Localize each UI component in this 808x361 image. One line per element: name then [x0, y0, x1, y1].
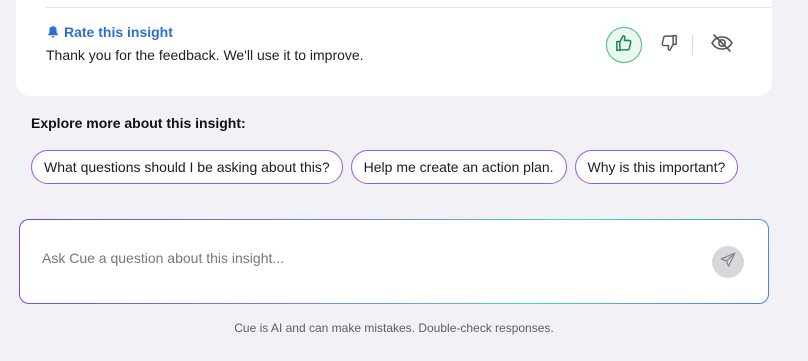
ask-cue-box: [19, 219, 769, 304]
suggestion-chip-action-plan[interactable]: Help me create an action plan.: [350, 150, 567, 184]
explore-heading: Explore more about this insight:: [31, 115, 246, 131]
send-button[interactable]: [712, 246, 744, 278]
send-icon: [719, 251, 737, 274]
ai-disclaimer: Cue is AI and can make mistakes. Double-…: [234, 321, 554, 335]
suggestion-chip-questions[interactable]: What questions should I be asking about …: [31, 150, 343, 184]
thumbs-up-button[interactable]: [606, 27, 642, 63]
insight-card: Rate this insight Thank you for the feed…: [16, 0, 772, 96]
suggestion-chip-importance[interactable]: Why is this important?: [574, 150, 739, 184]
hide-insight-button[interactable]: [708, 33, 736, 57]
suggestion-chips: What questions should I be asking about …: [31, 150, 739, 184]
thumbs-up-icon: [613, 32, 635, 59]
ask-cue-input[interactable]: [42, 250, 682, 266]
action-separator: [692, 35, 693, 55]
rate-insight-label: Rate this insight: [64, 24, 173, 40]
feedback-message: Thank you for the feedback. We'll use it…: [46, 47, 364, 63]
bell-icon: [46, 25, 60, 39]
thumbs-down-button[interactable]: [656, 32, 682, 58]
thumbs-down-icon: [658, 32, 680, 59]
eye-off-icon: [710, 33, 734, 58]
rate-insight-title: Rate this insight: [46, 24, 173, 40]
card-divider: [45, 7, 771, 8]
